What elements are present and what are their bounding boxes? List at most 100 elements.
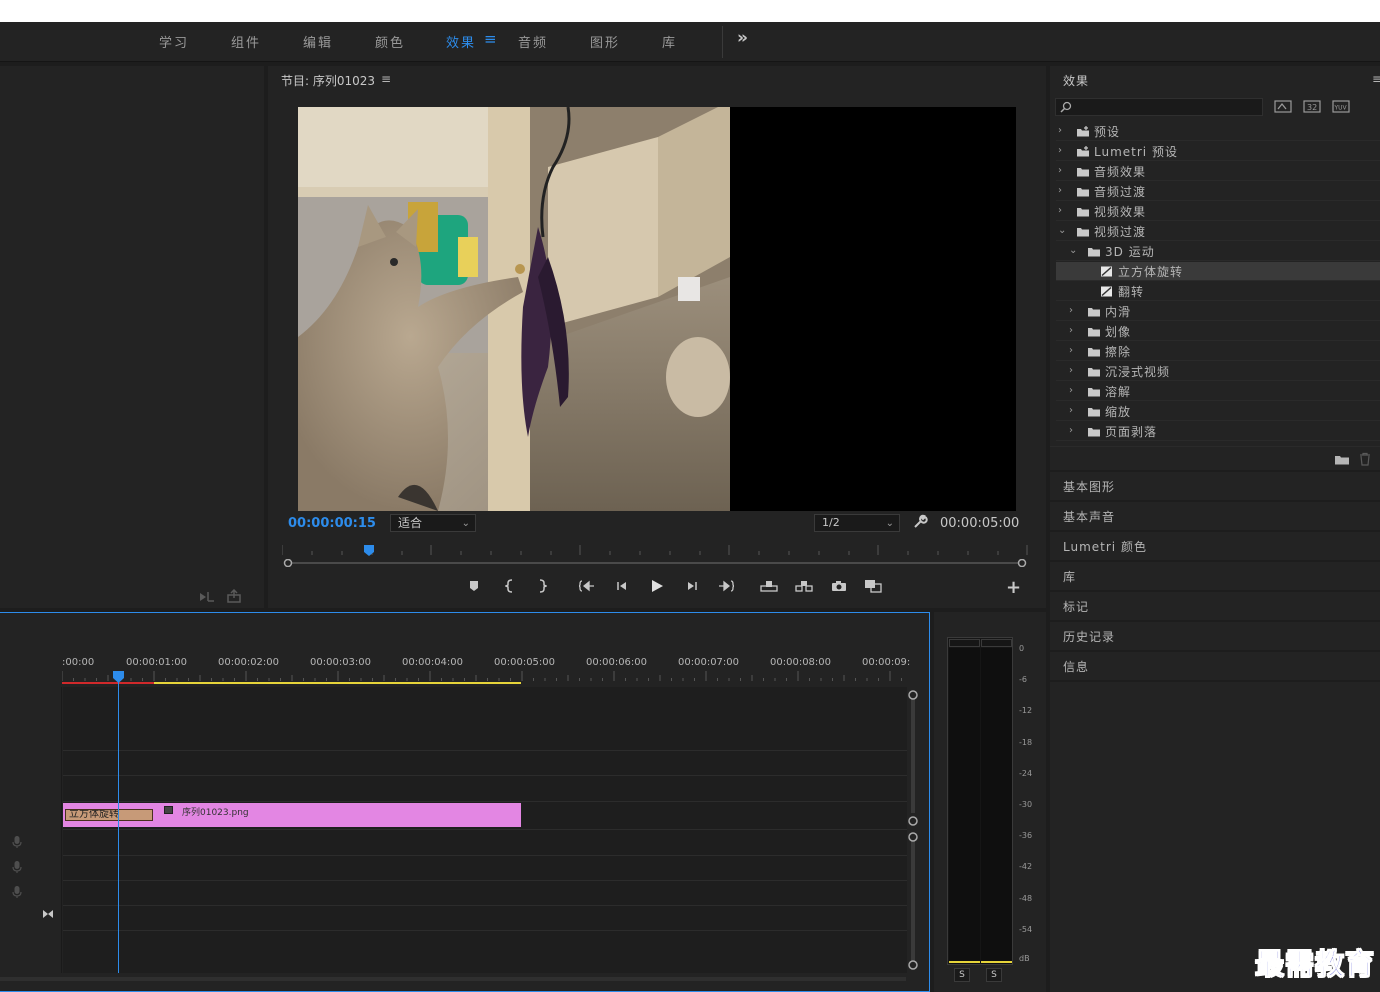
chevron-right-icon[interactable]: › [1069,345,1073,356]
panel-lumetri-color[interactable]: Lumetri 颜色 [1050,532,1380,560]
extract-icon[interactable] [793,575,815,597]
effect-folder-item[interactable]: › 内滑 [1056,302,1380,321]
effect-folder-item[interactable]: › 溶解 [1056,382,1380,401]
panel-menu-icon[interactable]: ≡ [1372,72,1380,86]
panel-history[interactable]: 历史记录 [1050,622,1380,650]
zoom-level-select[interactable]: 适合 ⌄ [390,514,476,532]
master-track-icon[interactable] [42,908,54,920]
workspace-menu-icon[interactable]: ≡ [484,30,497,48]
mark-out-icon[interactable] [531,575,553,597]
timeline-ruler-labels[interactable]: :00:00 00:00:01:00 00:00:02:00 00:00:03:… [62,657,910,671]
trash-icon[interactable] [1358,452,1372,466]
audio-meter[interactable] [947,637,1013,965]
monitor-scrollbar[interactable] [282,559,1028,567]
go-to-in-icon[interactable] [576,575,598,597]
add-marker-icon[interactable] [463,575,485,597]
camera-icon[interactable] [828,575,850,597]
effect-folder-item[interactable]: › 划像 [1056,322,1380,341]
timeline-horizontal-scrollbar[interactable] [0,975,906,983]
effect-folder-item[interactable]: › 擦除 [1056,342,1380,361]
chevron-right-icon[interactable]: › [1069,425,1073,436]
export-icon[interactable] [226,589,244,603]
chevron-right-icon[interactable]: › [1058,145,1062,156]
wrench-icon[interactable] [912,514,928,530]
folder-icon [1088,308,1100,317]
chevron-right-icon[interactable]: › [1069,385,1073,396]
effect-folder-item[interactable]: ⌄ 视频过渡 [1056,222,1380,241]
workspace-tab-color[interactable]: 颜色 [375,32,405,51]
timeline-tracks[interactable] [63,687,907,973]
workspace-tab-editing[interactable]: 编辑 [303,32,333,51]
meter-scale-label: -48 [1019,894,1033,903]
chevron-right-icon[interactable]: › [1058,125,1062,136]
chevron-down-icon: ⌄ [885,518,894,529]
comparison-view-icon[interactable] [862,575,884,597]
panel-markers[interactable]: 标记 [1050,592,1380,620]
transition-clip[interactable]: 立方体旋转 [63,803,154,827]
chevron-right-icon[interactable]: › [1069,305,1073,316]
workspace-tab-audio[interactable]: 音频 [518,32,548,51]
effect-folder-item[interactable]: › 视频效果 [1056,202,1380,221]
workspace-tab-assembly[interactable]: 组件 [231,32,261,51]
accelerated-effects-icon[interactable] [1274,99,1292,114]
clip-indicator-left[interactable] [949,639,980,647]
timeline-vertical-scrollbar[interactable] [907,687,919,977]
program-monitor-title[interactable]: 节目: 序列01023 [281,72,375,89]
new-bin-icon[interactable] [1334,453,1350,465]
workspace-tab-libraries[interactable]: 库 [662,32,677,51]
effect-folder-item[interactable]: ⌄ 3D 运动 [1056,242,1380,261]
solo-left-button[interactable]: S [954,968,970,982]
mark-in-icon[interactable] [499,575,521,597]
workspace-tab-learn[interactable]: 学习 [159,32,189,51]
video-clip[interactable]: 序列01023.png [154,803,521,827]
yuv-icon[interactable]: YUV [1332,99,1350,114]
effect-folder-item[interactable]: › 页面剥落 [1056,422,1380,441]
button-editor-plus-icon[interactable]: + [1006,577,1021,598]
chevron-down-icon[interactable]: ⌄ [1058,225,1066,236]
32-bit-icon[interactable]: 32 [1303,99,1321,114]
effect-item[interactable]: 立方体旋转 [1056,262,1380,281]
chevron-right-icon[interactable]: › [1058,205,1062,216]
playhead-line[interactable] [118,675,119,973]
panel-libraries[interactable]: 库 [1050,562,1380,590]
workspace-tab-effects[interactable]: 效果 [446,32,476,51]
lift-icon[interactable] [758,575,780,597]
voice-over-mic-icon[interactable] [11,835,23,849]
effect-folder-item[interactable]: › 音频过渡 [1056,182,1380,201]
voice-over-mic-icon[interactable] [11,885,23,899]
effect-item[interactable]: 翻转 [1056,282,1380,301]
chevron-right-icon[interactable]: › [1069,405,1073,416]
current-timecode[interactable]: 00:00:00:15 [288,516,376,531]
effect-folder-item[interactable]: › 沉浸式视频 [1056,362,1380,381]
double-chevron-right-icon[interactable]: » [737,28,748,48]
workspace-tab-graphics[interactable]: 图形 [590,32,620,51]
monitor-time-ruler[interactable] [282,541,1028,559]
effects-search-field[interactable] [1074,99,1260,115]
step-back-icon[interactable] [611,575,633,597]
effects-search-input[interactable] [1055,98,1263,116]
panel-menu-icon[interactable]: ≡ [381,72,391,86]
effect-folder-item[interactable]: › Lumetri 预设 [1056,142,1380,161]
voice-over-mic-icon[interactable] [11,860,23,874]
chevron-right-icon[interactable]: › [1069,325,1073,336]
effect-folder-item[interactable]: › 预设 [1056,122,1380,141]
chevron-right-icon[interactable]: › [1069,365,1073,376]
effect-folder-item[interactable]: › 缩放 [1056,402,1380,421]
effect-folder-item[interactable]: › 音频效果 [1056,162,1380,181]
playhead-handle[interactable] [113,671,124,683]
timeline-ruler[interactable] [62,671,910,687]
go-to-out-icon[interactable] [715,575,737,597]
clip-indicator-right[interactable] [981,639,1012,647]
step-forward-icon[interactable] [681,575,703,597]
insert-icon[interactable] [198,590,216,604]
playback-resolution-select[interactable]: 1/2 ⌄ [814,514,900,532]
panel-essential-sound[interactable]: 基本声音 [1050,502,1380,530]
panel-info[interactable]: 信息 [1050,652,1380,680]
panel-essential-graphics[interactable]: 基本图形 [1050,472,1380,500]
chevron-right-icon[interactable]: › [1058,165,1062,176]
effects-panel-title[interactable]: 效果 [1063,72,1089,89]
chevron-down-icon[interactable]: ⌄ [1069,245,1077,256]
play-icon[interactable] [646,575,668,597]
solo-right-button[interactable]: S [986,968,1002,982]
chevron-right-icon[interactable]: › [1058,185,1062,196]
